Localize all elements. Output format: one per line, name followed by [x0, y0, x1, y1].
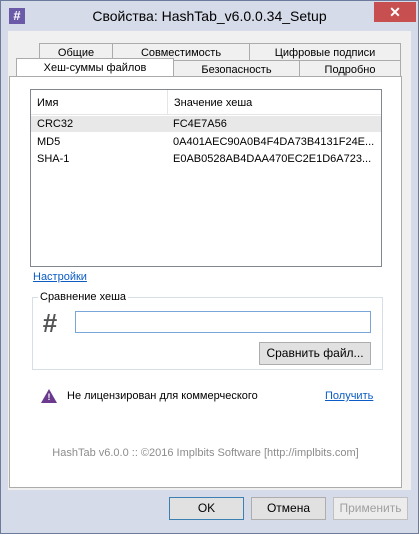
hash-name: MD5 [37, 136, 61, 148]
table-row[interactable]: SHA-1 E0AB0528AB4DAA470EC2E1D6A723... [31, 151, 381, 167]
hash-name: SHA-1 [37, 153, 70, 165]
hash-value: E0AB0528AB4DAA470EC2E1D6A723... [173, 153, 372, 165]
hash-name: CRC32 [37, 118, 74, 130]
table-row[interactable]: MD5 0A401AEC90A0B4F4DA73B4131F24E... [31, 134, 381, 150]
cancel-button[interactable]: Отмена [251, 497, 326, 520]
compare-file-button[interactable]: Сравнить файл... [259, 342, 371, 365]
get-license-link[interactable]: Получить [325, 390, 373, 402]
apply-button[interactable]: Применить [333, 497, 408, 520]
close-button[interactable]: ✕ [374, 2, 416, 22]
hash-compare-input[interactable] [75, 311, 371, 333]
tab-file-hashes[interactable]: Хеш-суммы файлов [16, 58, 174, 78]
properties-window: # Свойства: HashTab_v6.0.0.34_Setup ✕ Об… [0, 0, 419, 534]
column-name[interactable]: Имя [31, 90, 167, 114]
title-bar[interactable]: # Свойства: HashTab_v6.0.0.34_Setup ✕ [1, 1, 418, 31]
hash-icon: # [42, 308, 58, 338]
table-row[interactable]: CRC32 FC4E7A56 [31, 116, 381, 132]
warning-mark: ! [47, 392, 51, 402]
hash-value: FC4E7A56 [173, 118, 227, 130]
license-status-text: Не лицензирован для коммерческого [67, 390, 258, 402]
hash-compare-label: Сравнение хеша [38, 291, 129, 303]
settings-link[interactable]: Настройки [33, 271, 87, 283]
tab-digital-signatures[interactable]: Цифровые подписи [249, 43, 401, 61]
about-footer: HashTab v6.0.0 :: ©2016 Implbits Softwar… [52, 447, 359, 459]
hash-list-header: Имя Значение хеша [31, 90, 381, 115]
ok-button[interactable]: OK [169, 497, 244, 520]
hash-list[interactable]: Имя Значение хеша CRC32 FC4E7A56 MD5 0A4… [30, 89, 382, 267]
window-title: Свойства: HashTab_v6.0.0.34_Setup [92, 8, 327, 24]
hash-value: 0A401AEC90A0B4F4DA73B4131F24E... [173, 136, 375, 148]
column-hash-value[interactable]: Значение хеша [167, 90, 381, 114]
